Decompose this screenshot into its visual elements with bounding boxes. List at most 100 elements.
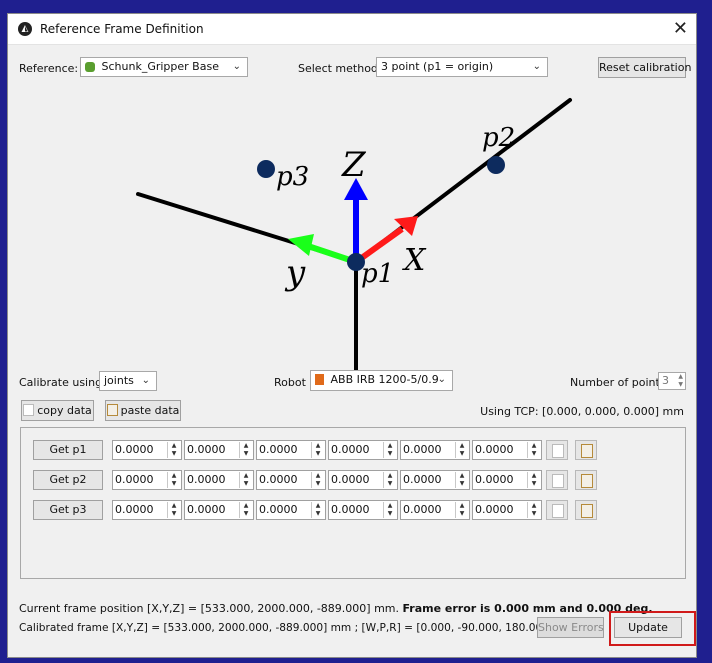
get-p1-button[interactable]: Get p1 [33,440,103,460]
p1-label: p1 [361,259,394,289]
reference-select[interactable]: Schunk_Gripper Base ⌄ [80,57,248,77]
paste-icon [581,504,593,518]
spin-arrows-icon[interactable]: ▲ ▼ [383,472,396,488]
p3-value-field[interactable]: 0.0000 ▲ ▼ [256,500,326,520]
p3-value-field[interactable]: 0.0000 ▲ ▼ [184,500,254,520]
p3-copy-button[interactable] [546,500,568,520]
current-frame-status: Current frame position [X,Y,Z] = [533.00… [19,602,653,615]
p3-label: p3 [276,162,309,192]
reference-label: Reference: [19,62,79,75]
copy-icon [552,504,564,518]
value-text: 0.0000 [403,503,442,516]
p2-value-field[interactable]: 0.0000 ▲ ▼ [472,470,542,490]
chevron-down-icon: ⌄ [437,374,446,385]
spin-arrows-icon[interactable]: ▲ ▼ [239,472,252,488]
p1-value-field[interactable]: 0.0000 ▲ ▼ [256,440,326,460]
p2-copy-button[interactable] [546,470,568,490]
chevron-down-icon: ⌄ [532,61,541,72]
value-text: 0.0000 [475,443,514,456]
point-row: Get p3 0.0000 ▲ ▼ 0.0000 ▲ ▼ 0.0000 ▲ ▼ 0.0000… [33,500,633,522]
value-text: 0.0000 [187,503,226,516]
calibrate-label: Calibrate using: [19,376,106,389]
paste-icon [106,404,118,416]
p1-value-field[interactable]: 0.0000 ▲ ▼ [400,440,470,460]
p1-value-field[interactable]: 0.0000 ▲ ▼ [472,440,542,460]
p1-value-field[interactable]: 0.0000 ▲ ▼ [184,440,254,460]
show-errors-button[interactable]: Show Errors [537,617,604,638]
method-value: 3 point (p1 = origin) [381,60,494,73]
tcp-text: Using TCP: [0.000, 0.000, 0.000] mm [480,405,684,418]
point-row: Get p1 0.0000 ▲ ▼ 0.0000 ▲ ▼ 0.0000 ▲ ▼ 0.0000… [33,440,633,462]
spin-arrows-icon[interactable]: ▲ ▼ [455,442,468,458]
p1-value-field[interactable]: 0.0000 ▲ ▼ [328,440,398,460]
value-text: 0.0000 [403,443,442,456]
copy-icon [552,474,564,488]
number-of-points-spinbox[interactable]: 3 ▲ ▼ [658,372,686,390]
app-logo-icon: ◭ [18,22,32,36]
close-icon[interactable]: ✕ [673,18,688,39]
copy-icon [552,444,564,458]
get-p3-button[interactable]: Get p3 [33,500,103,520]
value-text: 0.0000 [187,443,226,456]
robot-value: ABB IRB 1200-5/0.9 [330,373,439,386]
reference-value: Schunk_Gripper Base [101,60,219,73]
spin-arrows-icon[interactable]: ▲ ▼ [383,502,396,518]
gripper-icon [85,62,95,72]
paste-icon [581,474,593,488]
value-text: 0.0000 [259,443,298,456]
get-p2-button[interactable]: Get p2 [33,470,103,490]
x-label: X [402,243,427,278]
spin-arrows-icon[interactable]: ▲ ▼ [239,442,252,458]
spin-arrows-icon[interactable]: ▲ ▼ [167,442,180,458]
spin-arrows-icon[interactable]: ▲ ▼ [311,442,324,458]
value-text: 0.0000 [331,503,370,516]
p2-value-field[interactable]: 0.0000 ▲ ▼ [112,470,182,490]
p3-value-field[interactable]: 0.0000 ▲ ▼ [472,500,542,520]
paste-data-label: paste data [120,404,180,417]
value-text: 0.0000 [187,473,226,486]
value-text: 0.0000 [475,473,514,486]
p2-value-field[interactable]: 0.0000 ▲ ▼ [184,470,254,490]
spin-arrows-icon[interactable]: ▲ ▼ [311,502,324,518]
p2-paste-button[interactable] [575,470,597,490]
spin-arrows-icon: ▲ ▼ [678,373,683,388]
z-label: Z [341,145,367,185]
calibrate-value: joints [104,374,134,387]
p1-value-field[interactable]: 0.0000 ▲ ▼ [112,440,182,460]
p2-value-field[interactable]: 0.0000 ▲ ▼ [328,470,398,490]
spin-arrows-icon[interactable]: ▲ ▼ [383,442,396,458]
calibrate-select[interactable]: joints ⌄ [99,371,157,391]
p2-value-field[interactable]: 0.0000 ▲ ▼ [256,470,326,490]
number-of-points-value: 3 [662,374,669,387]
p3-paste-button[interactable] [575,500,597,520]
spin-arrows-icon[interactable]: ▲ ▼ [527,442,540,458]
spin-arrows-icon[interactable]: ▲ ▼ [527,472,540,488]
method-select[interactable]: 3 point (p1 = origin) ⌄ [376,57,548,77]
method-label: Select method: [298,62,382,75]
robot-select[interactable]: ABB IRB 1200-5/0.9 ⌄ [310,370,453,391]
spin-arrows-icon[interactable]: ▲ ▼ [167,502,180,518]
paste-data-button[interactable]: paste data [105,400,181,421]
reset-calibration-button[interactable]: Reset calibration [598,57,691,78]
copy-data-button[interactable]: copy data [21,400,94,421]
p3-value-field[interactable]: 0.0000 ▲ ▼ [328,500,398,520]
p1-paste-button[interactable] [575,440,597,460]
p3-value-field[interactable]: 0.0000 ▲ ▼ [400,500,470,520]
spin-arrows-icon[interactable]: ▲ ▼ [527,502,540,518]
p1-copy-button[interactable] [546,440,568,460]
window-title: Reference Frame Definition [40,22,204,36]
spin-arrows-icon[interactable]: ▲ ▼ [239,502,252,518]
title-bar: ◭ Reference Frame Definition ✕ [8,14,696,45]
y-label: y [284,253,306,293]
p3-value-field[interactable]: 0.0000 ▲ ▼ [112,500,182,520]
spin-arrows-icon[interactable]: ▲ ▼ [455,472,468,488]
spin-arrows-icon[interactable]: ▲ ▼ [455,502,468,518]
value-text: 0.0000 [403,473,442,486]
frame-diagram: Z X y p1 p2 p3 [136,98,572,372]
current-frame-text: Current frame position [X,Y,Z] = [533.00… [19,602,399,615]
robot-icon [315,374,324,385]
spin-arrows-icon[interactable]: ▲ ▼ [311,472,324,488]
p2-value-field[interactable]: 0.0000 ▲ ▼ [400,470,470,490]
value-text: 0.0000 [115,503,154,516]
spin-arrows-icon[interactable]: ▲ ▼ [167,472,180,488]
